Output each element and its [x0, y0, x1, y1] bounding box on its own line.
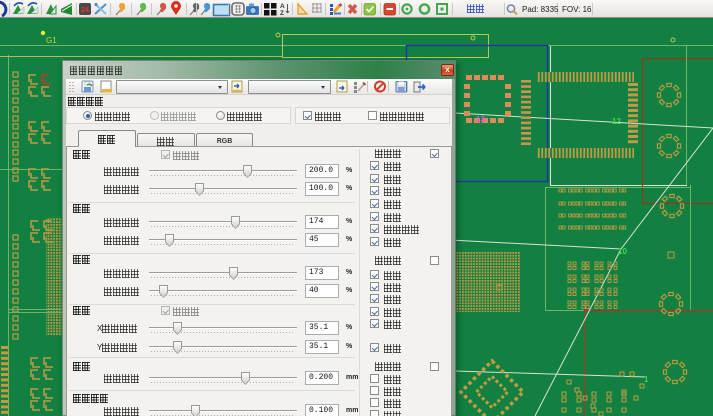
svg-text:10: 10	[618, 247, 627, 256]
svg-text:12: 12	[612, 117, 621, 126]
svg-text:Z: Z	[280, 10, 284, 17]
svg-text:24: 24	[81, 7, 89, 14]
svg-text:1: 1	[644, 375, 649, 384]
svg-text:G1: G1	[46, 36, 57, 45]
svg-text:13: 13	[476, 115, 485, 124]
svg-text:A: A	[280, 3, 285, 10]
